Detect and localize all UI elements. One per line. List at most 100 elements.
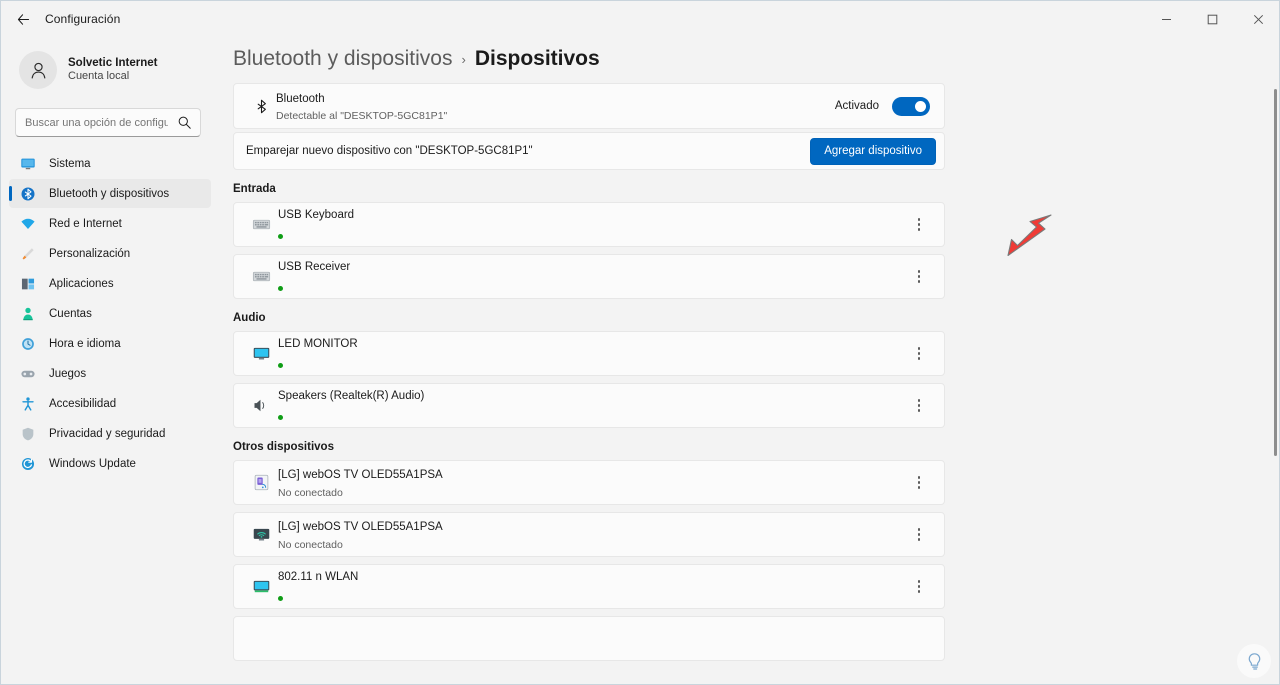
sidebar-item-accesibilidad[interactable]: Accesibilidad	[9, 389, 211, 418]
status-dot-connected	[278, 596, 283, 601]
monitor-icon	[246, 577, 276, 596]
close-icon	[1253, 14, 1264, 25]
sidebar-item-personalizacion[interactable]: Personalización	[9, 239, 211, 268]
status-dot-connected	[278, 363, 283, 368]
main-content: Bluetooth y dispositivos › Dispositivos …	[219, 37, 1280, 685]
vertical-scrollbar[interactable]	[1274, 89, 1277, 456]
device-name: Speakers (Realtek(R) Audio)	[278, 390, 424, 402]
device-row[interactable]: Speakers (Realtek(R) Audio)	[233, 383, 945, 428]
sidebar-item-label: Sistema	[49, 158, 91, 170]
status-dot-connected	[278, 415, 283, 420]
feedback-button[interactable]	[1237, 644, 1271, 678]
more-vertical-icon[interactable]	[906, 210, 932, 240]
maximize-button[interactable]	[1189, 1, 1235, 37]
keyboard-icon	[246, 267, 276, 286]
search-box[interactable]	[15, 108, 201, 137]
bluetooth-state-label: Activado	[835, 100, 879, 112]
sidebar-item-label: Bluetooth y dispositivos	[49, 188, 169, 200]
more-vertical-icon[interactable]	[906, 262, 932, 292]
accounts-icon	[19, 305, 37, 323]
speaker-icon	[246, 396, 276, 415]
bluetooth-icon	[246, 98, 276, 115]
bluetooth-toggle[interactable]	[892, 97, 930, 116]
more-vertical-icon[interactable]	[906, 391, 932, 421]
bluetooth-icon	[19, 185, 37, 203]
more-vertical-icon[interactable]	[906, 520, 932, 550]
bluetooth-subtitle: Detectable al "DESKTOP-5GC81P1"	[276, 110, 835, 124]
settings-scroll-area: Bluetooth Detectable al "DESKTOP-5GC81P1…	[219, 83, 1280, 661]
account-type: Cuenta local	[68, 70, 157, 84]
search-icon	[177, 115, 192, 135]
brush-icon	[19, 245, 37, 263]
breadcrumb-parent[interactable]: Bluetooth y dispositivos	[233, 47, 452, 71]
keyboard-icon	[246, 215, 276, 234]
device-name: [LG] webOS TV OLED55A1PSA	[278, 521, 443, 533]
pair-device-label: Emparejar nuevo dispositivo con "DESKTOP…	[246, 145, 810, 157]
sidebar-nav: Sistema Bluetooth y dispositivos Re	[1, 149, 219, 478]
close-button[interactable]	[1235, 1, 1280, 37]
gamepad-icon	[19, 365, 37, 383]
sidebar-item-label: Accesibilidad	[49, 398, 116, 410]
device-row[interactable]: USB Receiver	[233, 254, 945, 299]
account-name: Solvetic Internet	[68, 56, 157, 70]
breadcrumb: Bluetooth y dispositivos › Dispositivos	[233, 47, 1280, 71]
sidebar-item-juegos[interactable]: Juegos	[9, 359, 211, 388]
sidebar-item-label: Privacidad y seguridad	[49, 428, 165, 440]
device-row-partial[interactable]	[233, 616, 945, 661]
minimize-icon	[1161, 14, 1172, 25]
device-row[interactable]: [LG] webOS TV OLED55A1PSA No conectado	[233, 512, 945, 557]
device-row[interactable]: USB Keyboard	[233, 202, 945, 247]
sidebar-item-hora-e-idioma[interactable]: Hora e idioma	[9, 329, 211, 358]
sidebar-item-red-e-internet[interactable]: Red e Internet	[9, 209, 211, 238]
section-title-audio: Audio	[233, 312, 1280, 324]
sidebar-item-windows-update[interactable]: Windows Update	[9, 449, 211, 478]
more-vertical-icon[interactable]	[906, 572, 932, 602]
section-title-otros-dispositivos: Otros dispositivos	[233, 441, 1280, 453]
device-name: [LG] webOS TV OLED55A1PSA	[278, 469, 443, 481]
monitor-icon	[19, 155, 37, 173]
sidebar-item-aplicaciones[interactable]: Aplicaciones	[9, 269, 211, 298]
sidebar-item-cuentas[interactable]: Cuentas	[9, 299, 211, 328]
wifi-icon	[19, 215, 37, 233]
status-dot-connected	[278, 234, 283, 239]
sidebar-item-label: Red e Internet	[49, 218, 122, 230]
wireless-display-icon	[246, 525, 276, 544]
shield-icon	[19, 425, 37, 443]
sidebar-item-label: Personalización	[49, 248, 130, 260]
device-name: 802.11 n WLAN	[278, 571, 358, 583]
bluetooth-title: Bluetooth	[276, 93, 325, 105]
chevron-right-icon: ›	[461, 52, 465, 67]
accessibility-icon	[19, 395, 37, 413]
device-status: No conectado	[278, 539, 906, 553]
settings-window: Configuración	[0, 0, 1280, 685]
apps-icon	[19, 275, 37, 293]
status-dot-connected	[278, 286, 283, 291]
sidebar: Solvetic Internet Cuenta local	[1, 37, 219, 685]
window-controls	[1143, 1, 1280, 37]
search-input[interactable]	[16, 117, 168, 129]
more-vertical-icon[interactable]	[906, 339, 932, 369]
sidebar-item-label: Juegos	[49, 368, 86, 380]
sidebar-item-privacidad-y-seguridad[interactable]: Privacidad y seguridad	[9, 419, 211, 448]
window-title: Configuración	[45, 12, 120, 26]
account-tile[interactable]: Solvetic Internet Cuenta local	[15, 45, 219, 95]
minimize-button[interactable]	[1143, 1, 1189, 37]
section-title-entrada: Entrada	[233, 183, 1280, 195]
device-name: LED MONITOR	[278, 338, 358, 350]
device-row[interactable]: 802.11 n WLAN	[233, 564, 945, 609]
back-button[interactable]	[7, 4, 39, 34]
more-vertical-icon[interactable]	[906, 468, 932, 498]
add-device-button[interactable]: Agregar dispositivo	[810, 138, 936, 165]
avatar	[19, 51, 57, 89]
person-icon	[28, 60, 49, 81]
sidebar-item-bluetooth-y-dispositivos[interactable]: Bluetooth y dispositivos	[9, 179, 211, 208]
sidebar-item-label: Windows Update	[49, 458, 136, 470]
clock-icon	[19, 335, 37, 353]
sidebar-item-sistema[interactable]: Sistema	[9, 149, 211, 178]
device-row[interactable]: LED MONITOR	[233, 331, 945, 376]
sidebar-item-label: Hora e idioma	[49, 338, 121, 350]
feedback-bulb-icon	[1244, 651, 1265, 672]
update-icon	[19, 455, 37, 473]
device-name: USB Receiver	[278, 261, 350, 273]
device-row[interactable]: [LG] webOS TV OLED55A1PSA No conectado	[233, 460, 945, 505]
